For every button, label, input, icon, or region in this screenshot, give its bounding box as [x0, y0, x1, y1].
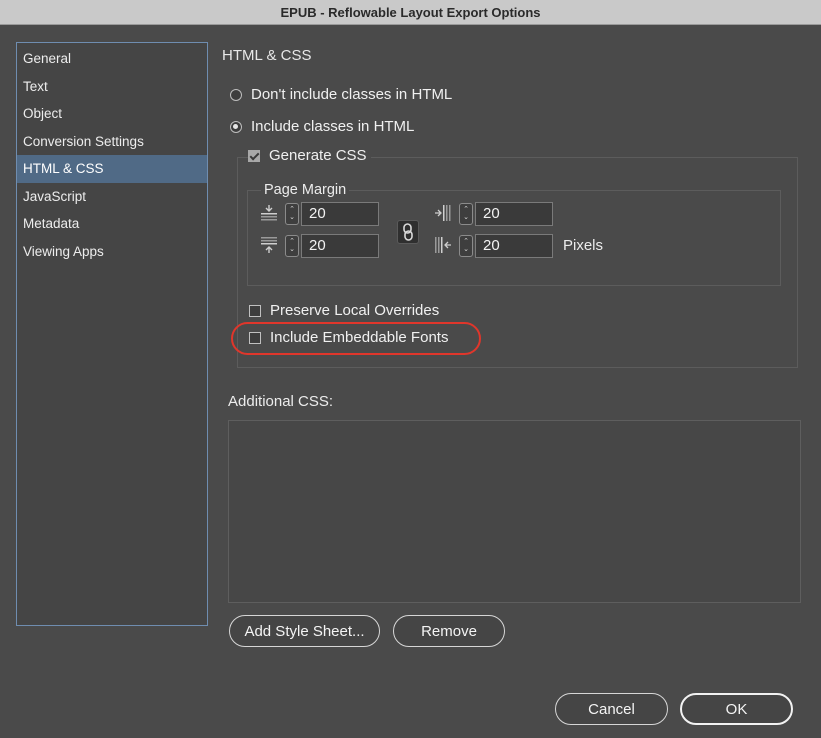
margin-top-icon [259, 203, 279, 223]
embed-fonts-label: Include Embeddable Fonts [270, 329, 449, 346]
margin-bottom-field[interactable]: 20 [301, 234, 379, 258]
margin-right-stepper[interactable]: ⌃ ⌄ [459, 203, 473, 225]
preserve-overrides-checkbox[interactable] [249, 304, 261, 317]
remove-button[interactable]: Remove [393, 615, 505, 647]
embed-fonts-row[interactable]: Include Embeddable Fonts [249, 329, 448, 346]
preserve-overrides-row[interactable]: Preserve Local Overrides [249, 302, 439, 319]
margin-top-stepper[interactable]: ⌃ ⌄ [285, 203, 299, 225]
category-sidebar: General Text Object Conversion Settings … [16, 42, 208, 626]
margin-right-icon [433, 203, 453, 223]
ok-button[interactable]: OK [680, 693, 793, 725]
generate-css-row[interactable]: Generate CSS [248, 147, 371, 164]
radio-include-classes-label: Include classes in HTML [251, 118, 415, 135]
cancel-button[interactable]: Cancel [555, 693, 668, 725]
margin-bottom-stepper[interactable]: ⌃ ⌄ [285, 235, 299, 257]
sidebar-item-metadata[interactable]: Metadata [17, 210, 207, 238]
section-title: HTML & CSS [222, 47, 312, 64]
radio-no-classes[interactable] [230, 88, 242, 101]
sidebar-item-html-css[interactable]: HTML & CSS [17, 155, 207, 183]
sidebar-item-conversion-settings[interactable]: Conversion Settings [17, 128, 207, 156]
generate-css-checkbox[interactable] [248, 149, 260, 162]
chain-link-icon[interactable] [397, 220, 419, 244]
radio-no-classes-label: Don't include classes in HTML [251, 86, 453, 103]
add-style-sheet-button[interactable]: Add Style Sheet... [229, 615, 380, 647]
additional-css-list[interactable] [228, 420, 801, 603]
generate-css-label: Generate CSS [269, 147, 367, 164]
radio-no-classes-row[interactable]: Don't include classes in HTML [230, 86, 452, 103]
preserve-overrides-label: Preserve Local Overrides [270, 302, 440, 319]
margin-left-field[interactable]: 20 [475, 234, 553, 258]
sidebar-item-text[interactable]: Text [17, 73, 207, 101]
margin-units-label: Pixels [563, 237, 604, 254]
additional-css-label: Additional CSS: [228, 393, 334, 410]
margin-left-icon [433, 235, 453, 255]
radio-include-classes-row[interactable]: Include classes in HTML [230, 118, 414, 135]
sidebar-item-object[interactable]: Object [17, 100, 207, 128]
sidebar-item-viewing-apps[interactable]: Viewing Apps [17, 238, 207, 266]
radio-include-classes[interactable] [230, 120, 242, 133]
margin-left-stepper[interactable]: ⌃ ⌄ [459, 235, 473, 257]
sidebar-item-javascript[interactable]: JavaScript [17, 183, 207, 211]
page-margin-label: Page Margin [261, 182, 350, 198]
embed-fonts-checkbox[interactable] [249, 331, 261, 344]
sidebar-item-general[interactable]: General [17, 45, 207, 73]
margin-top-field[interactable]: 20 [301, 202, 379, 226]
margin-right-field[interactable]: 20 [475, 202, 553, 226]
margin-bottom-icon [259, 235, 279, 255]
window-title: EPUB - Reflowable Layout Export Options [0, 0, 821, 25]
